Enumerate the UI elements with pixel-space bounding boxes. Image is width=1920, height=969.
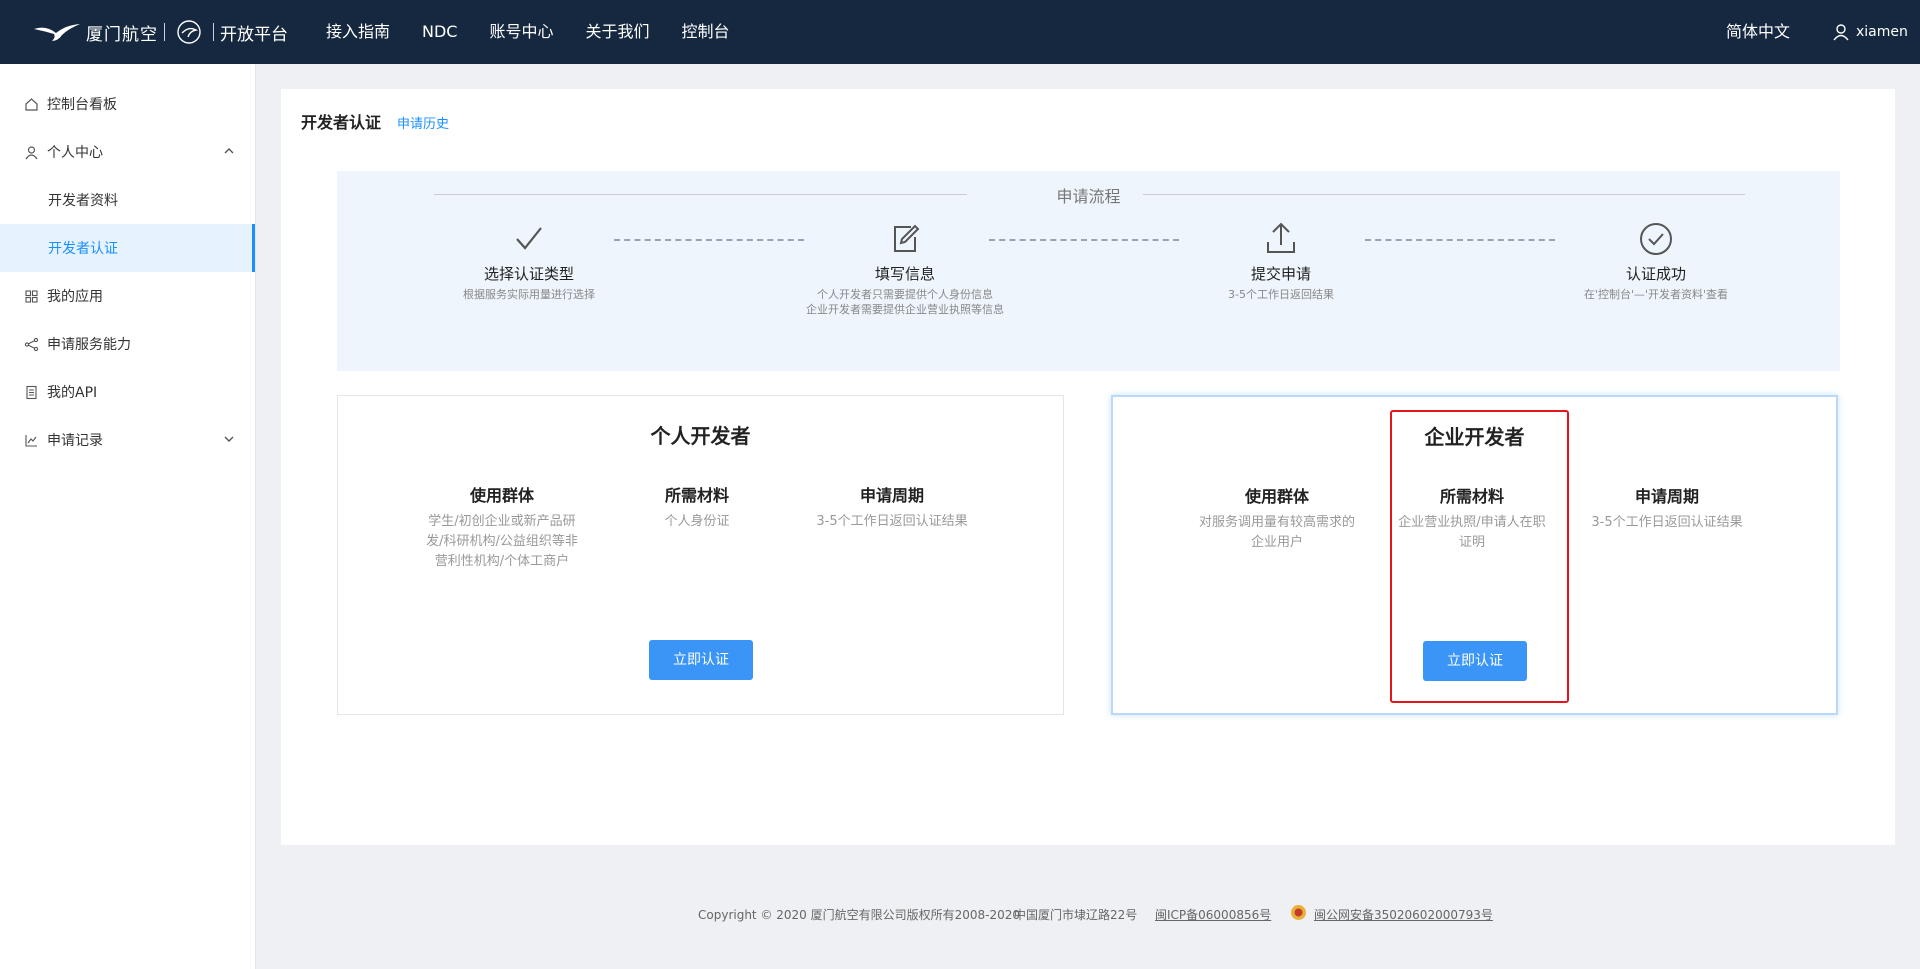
top-navbar: 厦门航空 开放平台 接入指南 NDC 账号中心 关于我们 控制台 简体中文 xi… <box>0 0 1920 64</box>
sidebar-item-label: 控制台看板 <box>47 97 117 113</box>
main-nav: 接入指南 NDC 账号中心 关于我们 控制台 <box>326 0 762 64</box>
sidebar-item-label: 个人中心 <box>47 145 103 161</box>
sidebar-item-apply-service[interactable]: 申请服务能力 <box>0 320 255 368</box>
column-heading: 申请周期 <box>1634 487 1699 506</box>
police-badge-icon <box>1291 905 1306 920</box>
home-icon <box>25 97 38 111</box>
sidebar-item-label: 申请记录 <box>47 433 103 449</box>
user-icon <box>25 145 38 159</box>
flow-step-success: 认证成功 在'控制台'—'开发者资料'查看 <box>1526 221 1786 302</box>
highlight-box <box>1390 410 1569 703</box>
step-desc: 在'控制台'—'开发者资料'查看 <box>1583 288 1729 301</box>
main-content: 开发者认证 申请历史 申请流程 选择认证类型 根据服务实际用量进行选择 填写信息… <box>281 89 1895 845</box>
column-heading: 所需材料 <box>664 486 729 505</box>
language-switch[interactable]: 简体中文 <box>1726 0 1790 64</box>
nav-about[interactable]: 关于我们 <box>586 0 650 64</box>
site-logo[interactable]: 厦门航空 开放平台 <box>32 16 288 48</box>
sidebar-item-label: 申请服务能力 <box>47 337 131 353</box>
page-title: 开发者认证 <box>301 113 382 132</box>
logo-divider <box>213 23 214 41</box>
page-header: 开发者认证 申请历史 <box>301 109 449 133</box>
column-value: 3-5个工作日返回认证结果 <box>1591 515 1743 530</box>
personal-developer-card[interactable]: 个人开发者 使用群体 学生/初创企业或新产品研发/科研机构/公益组织等非营利性机… <box>337 395 1064 715</box>
user-icon <box>1833 24 1849 41</box>
apply-flow-panel: 申请流程 选择认证类型 根据服务实际用量进行选择 填写信息 个人开发者只需要提供… <box>337 171 1840 371</box>
step-desc: 企业开发者需要提供企业营业执照等信息 <box>806 303 1004 316</box>
column-heading: 使用群体 <box>469 486 534 505</box>
step-name: 选择认证类型 <box>483 265 574 283</box>
chevron-up-icon <box>224 148 234 154</box>
step-name: 提交申请 <box>1250 265 1311 283</box>
personal-certify-button[interactable]: 立即认证 <box>649 640 753 680</box>
step-desc: 3-5个工作日返回结果 <box>1228 288 1334 301</box>
nav-console[interactable]: 控制台 <box>682 0 730 64</box>
upload-icon <box>1267 222 1295 253</box>
flow-step-select-type: 选择认证类型 根据服务实际用量进行选择 <box>399 221 659 302</box>
emblem-icon <box>177 20 201 44</box>
column-value: 学生/初创企业或新产品研发/科研机构/公益组织等非营利性机构/个体工商户 <box>426 514 578 569</box>
step-desc: 个人开发者只需要提供个人身份信息 <box>817 288 993 301</box>
info-column-audience: 使用群体 学生/初创企业或新产品研发/科研机构/公益组织等非营利性机构/个体工商… <box>422 482 582 572</box>
column-value: 3-5个工作日返回认证结果 <box>816 514 968 529</box>
chart-icon <box>25 434 37 447</box>
column-value: 个人身份证 <box>664 514 730 529</box>
sidebar-item-apply-records[interactable]: 申请记录 <box>0 416 255 464</box>
sidebar-item-label: 开发者认证 <box>48 241 118 257</box>
flow-title: 申请流程 <box>1056 187 1121 206</box>
step-desc: 根据服务实际用量进行选择 <box>463 288 595 301</box>
edit-icon <box>894 224 920 252</box>
check-icon <box>516 227 542 250</box>
sidebar-item-label: 我的API <box>47 385 98 401</box>
nav-account[interactable]: 账号中心 <box>489 0 553 64</box>
step-name: 填写信息 <box>874 265 935 283</box>
brand-name: 厦门航空 <box>86 24 158 45</box>
history-link[interactable]: 申请历史 <box>397 113 449 132</box>
username: xiamen <box>1856 24 1908 40</box>
flow-step-fill-info: 填写信息 个人开发者只需要提供个人身份信息 企业开发者需要提供企业营业执照等信息 <box>775 221 1035 317</box>
sidebar: 控制台看板 个人中心 开发者资料 开发者认证 我的应用 申请服务能力 我的API… <box>0 64 256 969</box>
column-heading: 申请周期 <box>859 486 924 505</box>
info-column-materials: 所需材料 个人身份证 <box>617 482 777 532</box>
sidebar-item-developer-profile[interactable]: 开发者资料 <box>0 176 255 224</box>
apps-icon <box>25 289 38 303</box>
sidebar-item-dashboard[interactable]: 控制台看板 <box>0 80 255 128</box>
sidebar-item-label: 我的应用 <box>47 289 103 305</box>
address-text: 中国厦门市埭辽路22号 <box>1014 908 1138 922</box>
info-column-audience: 使用群体 对服务调用量有较高需求的企业用户 <box>1197 483 1357 553</box>
logo-divider <box>164 23 165 41</box>
platform-name: 开放平台 <box>220 24 288 45</box>
icp-link[interactable]: 闽ICP备06000856号 <box>1155 906 1271 923</box>
sidebar-item-personal-center[interactable]: 个人中心 <box>0 128 255 176</box>
police-record-link[interactable]: 闽公网安备35020602000793号 <box>1314 906 1493 923</box>
sidebar-item-developer-certification[interactable]: 开发者认证 <box>0 224 255 272</box>
nav-ndc[interactable]: NDC <box>422 0 457 64</box>
info-column-period: 申请周期 3-5个工作日返回认证结果 <box>1587 483 1747 533</box>
egret-logo-icon <box>34 24 80 41</box>
check-circle-icon <box>1640 223 1672 255</box>
api-doc-icon <box>26 385 37 399</box>
sidebar-item-my-api[interactable]: 我的API <box>0 368 255 416</box>
column-heading: 使用群体 <box>1244 487 1309 506</box>
sidebar-item-label: 开发者资料 <box>48 193 118 209</box>
copyright-text: Copyright © 2020 厦门航空有限公司版权所有2008-2020 <box>698 908 1021 922</box>
user-menu[interactable]: xiamen <box>1832 0 1908 64</box>
column-value: 对服务调用量有较高需求的企业用户 <box>1198 515 1355 550</box>
flow-step-submit: 提交申请 3-5个工作日返回结果 <box>1151 221 1411 302</box>
info-column-period: 申请周期 3-5个工作日返回认证结果 <box>812 482 972 532</box>
chevron-down-icon <box>224 436 234 442</box>
card-title: 个人开发者 <box>650 424 751 448</box>
step-name: 认证成功 <box>1625 265 1686 283</box>
sidebar-item-my-apps[interactable]: 我的应用 <box>0 272 255 320</box>
share-icon <box>24 337 39 351</box>
nav-guide[interactable]: 接入指南 <box>326 0 390 64</box>
